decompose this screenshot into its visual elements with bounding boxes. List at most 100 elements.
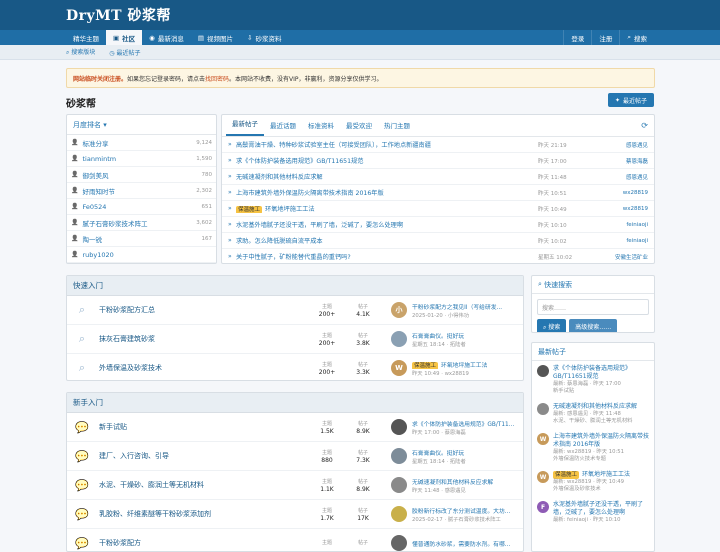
last-post[interactable]: 小干粉砂浆配方之我见II（写给研发... 2025-01-20 · 小得伟功 xyxy=(391,302,521,319)
ranking-user-name[interactable]: 好雨知时节 xyxy=(82,186,196,196)
sidebar-post-forum[interactable]: 新手试贴 xyxy=(553,388,649,395)
tab-4[interactable]: 最受欢迎 xyxy=(340,120,378,136)
latest-user[interactable]: wx28819 xyxy=(608,190,648,196)
avatar[interactable]: F xyxy=(537,501,549,513)
search-input[interactable]: 搜索…… xyxy=(537,299,649,315)
avatar[interactable] xyxy=(391,331,407,347)
latest-title[interactable]: 求助。怎么降低脱硫自流平成本 xyxy=(236,238,323,245)
avatar[interactable] xyxy=(391,535,407,551)
tab-5[interactable]: 热门主题 xyxy=(378,120,416,136)
sidebar-post[interactable]: W 保温施工 环氧地坪施工工法 最新: wx28819 · 昨天 10:49 外墙保温及… xyxy=(532,467,654,497)
ranking-row[interactable]: 👤 陶一锐 167 xyxy=(67,231,216,247)
tab-2[interactable]: 最近话题 xyxy=(264,120,302,136)
site-logo[interactable]: DryMT 砂浆帮 xyxy=(66,5,171,25)
forum-node[interactable]: 💬 干粉砂浆配方 主题 帖子 懂普通防水砂浆，需要防水剂。有哪... xyxy=(67,529,523,551)
forum-node-title[interactable]: 建厂、入行咨询、引导 xyxy=(99,451,309,461)
newbie-head[interactable]: 新手入门 xyxy=(67,393,523,413)
sidebar-latest-head[interactable]: 最新帖子 xyxy=(532,343,654,361)
sidebar-post-title[interactable]: 环氧地坪施工工法 xyxy=(582,471,630,478)
search-submit-button[interactable]: ⌕ 搜索 xyxy=(537,319,567,332)
sidebar-post-forum[interactable]: 外墙保温防火技术专题 xyxy=(553,456,649,463)
latest-user[interactable]: feiniaoji xyxy=(608,238,648,244)
forum-node[interactable]: ⌕ 外墙保温及砂浆技术 主题 200+ 帖子 3.3K W 保温施工 环氧地坪施工工法 昨天 10… xyxy=(67,354,523,380)
last-post-title[interactable]: 胶粉新行标改了东分测试温度。大坊... xyxy=(412,509,510,515)
avatar[interactable] xyxy=(391,448,407,464)
sidebar-post[interactable]: 无碱速凝剂和其他材料反应求解 最新: 感恩遇见 · 昨天 11:48 水泥、干燥砂、… xyxy=(532,399,654,429)
forum-node-title[interactable]: 乳胶粉、纤维素醚等干粉砂浆添加剂 xyxy=(99,509,309,519)
ranking-row[interactable]: 👤 腻子石膏砂浆技术阵工 3,602 xyxy=(67,215,216,231)
avatar[interactable] xyxy=(391,419,407,435)
latest-row[interactable]: 上海市建筑外墙外保温防火隔离带技术指南 2016年版 昨天 10:51 wx2881… xyxy=(222,185,654,201)
sidebar-post-forum[interactable]: 水泥、干燥砂、膨润土等无机材料 xyxy=(553,418,637,425)
nav-news[interactable]: ◉ 最新消息 xyxy=(142,30,191,45)
forum-node[interactable]: 💬 乳胶粉、纤维素醚等干粉砂浆添加剂 主题 1.7K 帖子 17K 胶粉新行标改了东分测试温… xyxy=(67,500,523,529)
sidebar-post[interactable]: W 上海市建筑外墙外保温防火隔离带技术指南 2016年版 最新: wx28819 ·… xyxy=(532,429,654,467)
ranking-user-name[interactable]: 陶一锐 xyxy=(82,234,201,244)
latest-row[interactable]: 水泥基外墙腻子还没干透，平刷了墙，泛碱了，要怎么处理啊 昨天 10:10 feini… xyxy=(222,217,654,233)
last-post[interactable]: 无碱速凝剂和其他材料反应求解 昨天 11:48 · 感恩遇见 xyxy=(391,477,521,494)
tab-1[interactable]: 最新帖子 xyxy=(226,118,264,136)
avatar[interactable] xyxy=(391,506,407,522)
latest-title[interactable]: 水泥基外墙腻子还没干透，平刷了墙，泛碱了，要怎么处理啊 xyxy=(236,222,403,229)
sidebar-post-title[interactable]: 上海市建筑外墙外保温防火隔离带技术指南 2016年版 xyxy=(553,433,649,448)
notice-link[interactable]: 找回密码 xyxy=(205,76,229,83)
last-post-title[interactable]: 环氧地坪施工工法 xyxy=(441,363,487,369)
latest-row[interactable]: 求助。怎么降低脱硫自流平成本 昨天 10:02 feiniaoji xyxy=(222,233,654,249)
ranking-user-name[interactable]: ruby1020 xyxy=(82,251,212,259)
ranking-row[interactable]: 👤 tianmintm 1,590 xyxy=(67,151,216,167)
nav-community[interactable]: ▣ 社区 xyxy=(106,30,143,45)
latest-row[interactable]: 无碱速凝剂和其他材料反应求解 昨天 11:48 感恩遇见 xyxy=(222,169,654,185)
latest-title[interactable]: 高鬃膏油干燥、特种砂浆试验室主任（可接受团队），工作地点新疆南疆 xyxy=(236,142,431,149)
avatar[interactable] xyxy=(537,365,549,377)
forum-node-title[interactable]: 外墙保温及砂浆技术 xyxy=(99,363,309,373)
latest-row[interactable]: 关于中性腻子，矿粉能替代重晶的重钙吗? 星期五 10:02 安徽生活矿业 xyxy=(222,249,654,263)
ranking-user-name[interactable]: tianmintm xyxy=(82,155,196,163)
ranking-row[interactable]: 👤 标准分享 9,124 xyxy=(67,135,216,151)
latest-title[interactable]: 求《个体防护装备选用规范》GB/T11651规范 xyxy=(236,158,363,165)
forum-node[interactable]: ⌕ 抹灰石膏建筑砂浆 主题 200+ 帖子 3.8K 石膏膏曲仪。挺好玩 星期五 18:14 … xyxy=(67,325,523,354)
latest-user[interactable]: 感恩遇见 xyxy=(608,141,648,149)
last-post[interactable]: 胶粉新行标改了东分测试温度。大坊... 2025-02-17 · 腻子石膏砂浆技术… xyxy=(391,506,521,523)
forum-node-title[interactable]: 干粉砂浆配方汇总 xyxy=(99,305,309,315)
ranking-user-name[interactable]: 御剑美风 xyxy=(82,170,201,180)
forum-node[interactable]: 💬 新手试贴 主题 1.5K 帖子 8.9K 求《个体防护装备选用规范》GB/T11... 昨… xyxy=(67,413,523,442)
latest-user[interactable]: feiniaoji xyxy=(608,222,648,228)
last-post-title[interactable]: 无碱速凝剂和其他材料反应求解 xyxy=(412,480,493,486)
avatar[interactable] xyxy=(537,403,549,415)
avatar[interactable]: W xyxy=(537,471,549,483)
last-post-title[interactable]: 石膏膏曲仪。挺好玩 xyxy=(412,334,464,340)
sidebar-post-forum[interactable]: 外墙保温及砂浆技术 xyxy=(553,486,630,493)
latest-title[interactable]: 关于中性腻子，矿粉能替代重晶的重钙吗? xyxy=(236,254,351,261)
search-button[interactable]: ⌕ 搜索 xyxy=(619,30,654,45)
sidebar-post[interactable]: F 水泥基外墙腻子还没干透，平刷了墙，泛碱了，要怎么处理啊 最新: feiniaoj… xyxy=(532,497,654,528)
latest-title[interactable]: 上海市建筑外墙外保温防火隔离带技术指南 2016年版 xyxy=(236,190,384,197)
latest-user[interactable]: wx28819 xyxy=(608,206,648,212)
avatar[interactable]: 小 xyxy=(391,302,407,318)
avatar[interactable] xyxy=(391,477,407,493)
last-post-title[interactable]: 干粉砂浆配方之我见II（写给研发... xyxy=(412,305,502,311)
subnav-search-forums[interactable]: ⌕ 搜索版块 xyxy=(66,47,95,57)
latest-user[interactable]: 安徽生活矿业 xyxy=(608,253,648,261)
sidebar-post[interactable]: 求《个体防护装备选用规范》GB/T11651规范 最新: 蔡恩海磊 · 昨天 17… xyxy=(532,361,654,399)
ranking-head[interactable]: 月度排名 ▾ xyxy=(67,115,216,135)
ranking-user-name[interactable]: 标准分享 xyxy=(82,138,196,148)
refresh-icon[interactable]: ⟳ xyxy=(641,121,648,130)
forum-node[interactable]: 💬 水泥、干燥砂、膨润土等无机材料 主题 1.1K 帖子 8.9K 无碱速凝剂和其他材料反应… xyxy=(67,471,523,500)
last-post[interactable]: 石膏膏曲仪。挺好玩 星期五 18:14 · 拓陆者 xyxy=(391,331,521,348)
last-post[interactable]: 懂普通防水砂浆，需要防水剂。有哪... xyxy=(391,535,521,551)
ranking-row[interactable]: 👤 御剑美风 780 xyxy=(67,167,216,183)
latest-row[interactable]: 高鬃膏油干燥、特种砂浆试验室主任（可接受团队），工作地点新疆南疆 昨天 21:19… xyxy=(222,137,654,153)
ranking-user-name[interactable]: 腻子石膏砂浆技术阵工 xyxy=(82,218,196,228)
forum-node-title[interactable]: 新手试贴 xyxy=(99,422,309,432)
avatar[interactable]: W xyxy=(391,360,407,376)
last-post[interactable]: 求《个体防护装备选用规范》GB/T11... 昨天 17:00 · 蔡恩海磊 xyxy=(391,419,521,436)
advanced-search-button[interactable]: 高级搜索…… xyxy=(569,319,618,332)
forum-node[interactable]: 💬 建厂、入行咨询、引导 主题 880 帖子 7.3K 石膏膏曲仪。挺好玩 星期五 18:14… xyxy=(67,442,523,471)
latest-row[interactable]: 求《个体防护装备选用规范》GB/T11651规范 昨天 17:00 蔡恩海磊 xyxy=(222,153,654,169)
last-post-title[interactable]: 懂普通防水砂浆，需要防水剂。有哪... xyxy=(412,542,510,548)
subnav-recent-posts[interactable]: ◷ 最近帖子 xyxy=(109,48,140,57)
latest-title[interactable]: 环氧地坪施工工法 xyxy=(265,206,315,213)
latest-user[interactable]: 蔡恩海磊 xyxy=(608,157,648,165)
forum-node-title[interactable]: 水泥、干燥砂、膨润土等无机材料 xyxy=(99,480,309,490)
quick-start-head[interactable]: 快速入门 xyxy=(67,276,523,296)
